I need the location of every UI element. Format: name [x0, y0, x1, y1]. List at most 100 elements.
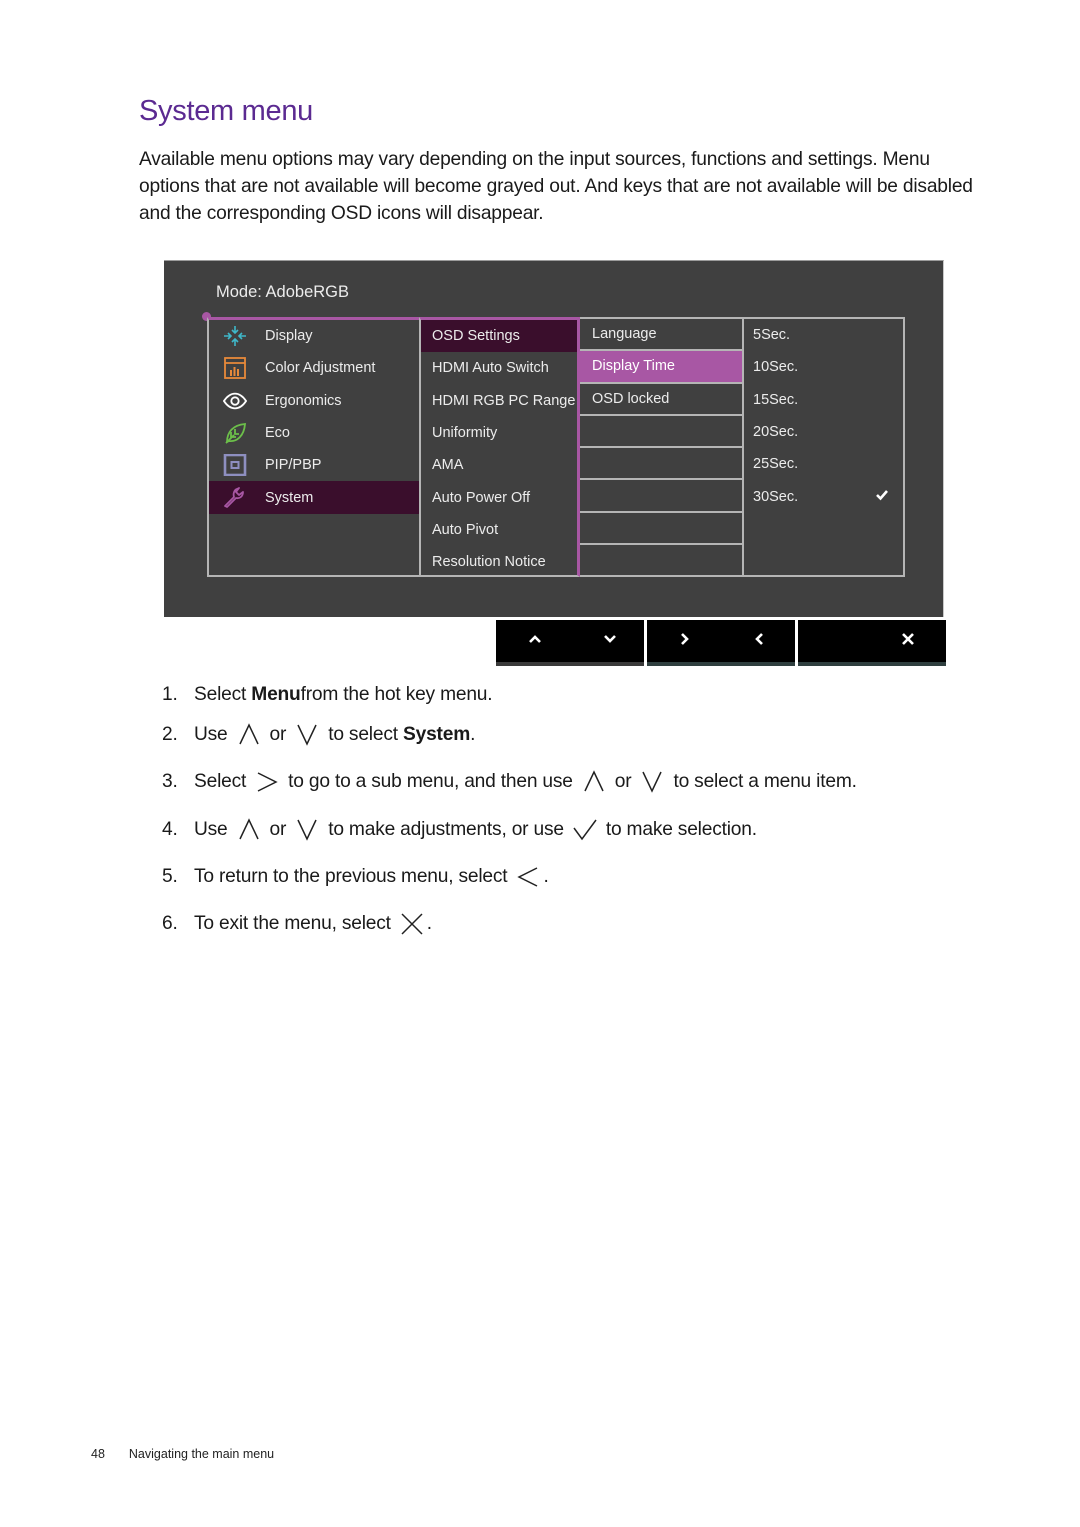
main-menu-label: Eco	[265, 425, 290, 442]
step-number: 5.	[162, 866, 178, 887]
eye-icon	[223, 392, 247, 409]
step-number: 2.	[162, 724, 178, 745]
menu-keyword: Menu	[251, 684, 301, 705]
main-menu-item-ergonomics[interactable]: Ergonomics	[209, 385, 419, 417]
checkmark-icon	[876, 490, 888, 501]
step-number: 6.	[162, 913, 178, 934]
step-4: 4. Use or to make adjustments, or use to…	[162, 817, 757, 843]
osd-settings-item[interactable]: OSD locked	[580, 384, 743, 416]
main-menu-label: Display	[265, 328, 313, 345]
main-menu-label: PIP/PBP	[265, 457, 322, 474]
key-group-right-left	[647, 620, 795, 666]
step-2: 2. Use or to select System.	[162, 722, 475, 748]
osd-settings-item[interactable]: Language	[580, 319, 743, 352]
step-text: or	[614, 771, 632, 792]
display-time-option[interactable]: 20Sec.	[744, 416, 903, 448]
page-number: 48	[91, 1447, 105, 1461]
osd-settings-column: Language Display Time OSD locked	[580, 317, 743, 577]
step-number: 3.	[162, 771, 178, 792]
system-menu-item[interactable]: Uniformity	[421, 417, 577, 449]
step-text: or	[269, 724, 287, 745]
step-text: Select	[194, 684, 247, 705]
osd-settings-item	[580, 545, 743, 577]
option-label: 10Sec.	[753, 359, 799, 376]
system-menu-item[interactable]: HDMI RGB PC Range	[421, 385, 577, 417]
step-number: 4.	[162, 819, 178, 840]
osd-settings-item	[580, 448, 743, 481]
step-text: Use	[194, 724, 228, 745]
option-label: 30Sec.	[753, 488, 799, 505]
left-glyph-icon	[517, 867, 538, 887]
down-key-icon[interactable]	[603, 632, 617, 646]
up-glyph-icon	[238, 723, 259, 745]
footer-section: Navigating the main menu	[128, 1447, 275, 1461]
system-keyword: System	[403, 724, 471, 745]
page-footer: 48 Navigating the main menu	[91, 1447, 274, 1461]
main-menu-item-color-adjustment[interactable]: Color Adjustment	[209, 352, 419, 384]
main-menu-column: Display Color Adjustment Ergonomics Eco …	[207, 317, 419, 577]
main-menu-item-pip-pbp[interactable]: PIP/PBP	[209, 449, 419, 481]
display-time-option[interactable]: 5Sec.	[744, 319, 903, 351]
main-menu-item-system[interactable]: System	[209, 481, 419, 514]
step-text: Use	[194, 819, 228, 840]
up-glyph-icon	[584, 770, 604, 792]
color-adjustment-icon	[224, 357, 246, 380]
system-menu-item[interactable]: HDMI Auto Switch	[421, 352, 577, 384]
leaf-icon	[225, 422, 246, 444]
close-key-icon[interactable]	[901, 632, 915, 646]
step-text: to select	[328, 724, 398, 745]
display-time-column: 5Sec. 10Sec. 15Sec. 20Sec. 25Sec. 30Sec.	[742, 317, 905, 577]
right-glyph-icon	[257, 772, 278, 792]
osd-mode-label: Mode: AdobeRGB	[216, 283, 349, 301]
step-text: To return to the previous menu, select	[194, 866, 508, 887]
step-text: or	[269, 819, 287, 840]
display-time-option[interactable]: 15Sec.	[744, 384, 903, 416]
system-menu-item[interactable]: Auto Pivot	[421, 514, 577, 546]
step-text: .	[470, 724, 476, 745]
step-text: to make selection.	[605, 819, 757, 840]
check-glyph-icon	[573, 819, 597, 841]
wrench-icon	[224, 487, 244, 509]
step-text: .	[543, 866, 549, 887]
display-icon	[224, 326, 246, 346]
main-menu-label: System	[265, 489, 314, 506]
main-menu-label: Ergonomics	[265, 392, 342, 409]
system-menu-column: OSD Settings HDMI Auto Switch HDMI RGB P…	[419, 317, 580, 577]
down-glyph-icon	[642, 771, 663, 793]
step-5: 5. To return to the previous menu, selec…	[162, 864, 549, 890]
system-menu-item[interactable]: OSD Settings	[421, 320, 577, 353]
up-key-icon[interactable]	[528, 632, 542, 646]
option-label: 15Sec.	[753, 391, 799, 408]
step-text: .	[426, 913, 432, 934]
system-menu-item[interactable]: AMA	[421, 449, 577, 481]
step-text: to make adjustments, or use	[328, 819, 564, 840]
osd-settings-item	[580, 513, 743, 546]
close-glyph-icon	[401, 913, 423, 935]
intro-paragraph: Available menu options may vary dependin…	[139, 149, 973, 224]
step-text: from the hot key menu.	[300, 684, 493, 705]
pip-icon	[223, 454, 247, 477]
up-glyph-icon	[238, 818, 259, 840]
left-key-icon[interactable]	[752, 632, 766, 646]
display-time-option[interactable]: 30Sec.	[744, 480, 903, 512]
key-group-close	[798, 620, 946, 666]
system-menu-item[interactable]: Auto Power Off	[421, 481, 577, 513]
osd-settings-item	[580, 480, 743, 513]
option-label: 25Sec.	[753, 456, 799, 473]
key-group-up-down	[496, 620, 644, 666]
option-label: 5Sec.	[753, 327, 791, 344]
step-1: 1. Select Menu from the hot key menu.	[162, 684, 493, 706]
system-menu-item[interactable]: Resolution Notice	[421, 546, 577, 578]
main-menu-label: Color Adjustment	[265, 360, 376, 377]
right-key-icon[interactable]	[678, 632, 692, 646]
option-label: 20Sec.	[753, 424, 799, 441]
osd-menu-screenshot: Mode: AdobeRGB Display Color Adjustment …	[164, 260, 944, 617]
display-time-option[interactable]: 10Sec.	[744, 351, 903, 383]
step-text: to go to a sub menu, and then use	[288, 771, 573, 792]
step-3: 3. Select to go to a sub menu, and then …	[162, 769, 857, 795]
step-number: 1.	[162, 684, 178, 705]
main-menu-item-display[interactable]: Display	[209, 320, 419, 352]
display-time-option[interactable]: 25Sec.	[744, 448, 903, 480]
main-menu-item-eco[interactable]: Eco	[209, 417, 419, 449]
osd-settings-item[interactable]: Display Time	[580, 351, 743, 384]
